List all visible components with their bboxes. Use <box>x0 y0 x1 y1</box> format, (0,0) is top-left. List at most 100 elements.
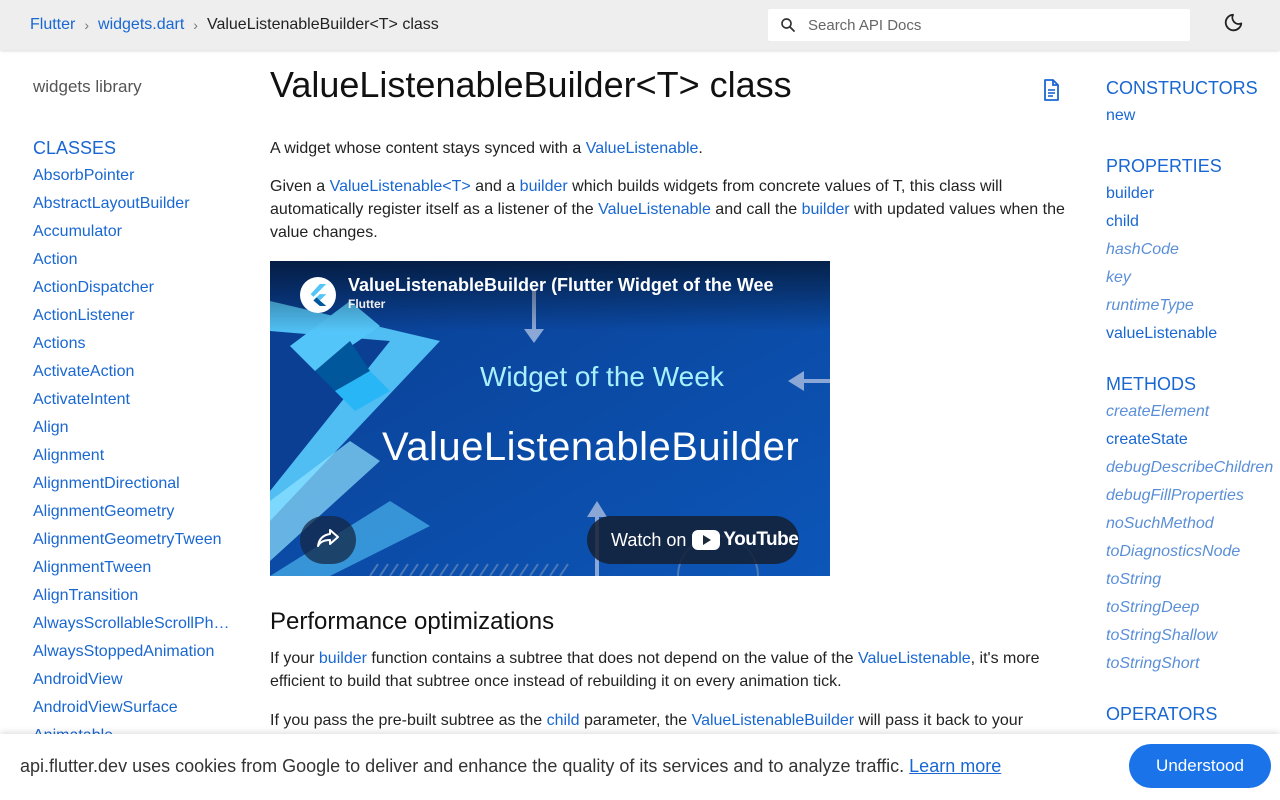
text: A widget whose content stays synced with… <box>270 140 586 157</box>
class-link[interactable]: Align <box>33 414 231 442</box>
property-link[interactable]: child <box>1106 208 1276 236</box>
child-paragraph: If you pass the pre-built subtree as the… <box>270 709 1065 732</box>
youtube-play-icon <box>692 530 721 550</box>
method-link[interactable]: createState <box>1106 426 1276 454</box>
method-link[interactable]: toStringShallow <box>1106 622 1276 650</box>
class-link[interactable]: AbsorbPointer <box>33 162 231 190</box>
class-link[interactable]: Accumulator <box>33 218 231 246</box>
class-link[interactable]: AlignmentGeometryTween <box>33 526 231 554</box>
class-link[interactable]: ActivateAction <box>33 358 231 386</box>
top-bar: Flutter › widgets.dart › ValueListenable… <box>0 0 1280 50</box>
search-icon <box>768 9 808 41</box>
method-link[interactable]: debugDescribeChildren <box>1106 454 1276 482</box>
method-link[interactable]: toStringShort <box>1106 650 1276 678</box>
text: will pass it back to your <box>854 712 1024 729</box>
methods-list: createElement createState debugDescribeChi… <box>1106 398 1280 678</box>
main-content: ValueListenableBuilder<T> class A widget… <box>270 60 1070 729</box>
valuelistenablebuilder-link[interactable]: ValueListenableBuilder <box>692 712 854 729</box>
text: If you pass the pre-built subtree as the <box>270 712 547 729</box>
class-link[interactable]: AlwaysScrollableScrollPhysics <box>33 610 231 638</box>
property-link[interactable]: hashCode <box>1106 236 1276 264</box>
performance-paragraph: If your builder function contains a subt… <box>270 647 1065 693</box>
description-paragraph: Given a ValueListenable<T> and a builder… <box>270 175 1065 244</box>
property-link[interactable]: runtimeType <box>1106 292 1276 320</box>
constructor-link[interactable]: new <box>1106 102 1276 130</box>
class-link[interactable]: AlignmentGeometry <box>33 498 231 526</box>
flutter-logo-icon[interactable] <box>300 277 336 313</box>
classes-list: AbsorbPointer AbstractLayoutBuilder Accumu… <box>33 162 233 750</box>
valuelistenable-t-link[interactable]: ValueListenable<T> <box>330 178 471 195</box>
understood-button[interactable]: Understood <box>1129 744 1271 788</box>
methods-header: METHODS <box>1106 374 1196 394</box>
video-channel[interactable]: Flutter <box>348 297 385 311</box>
chevron-right-icon: › <box>193 17 198 33</box>
youtube-wordmark: YouTube <box>723 529 799 550</box>
class-link[interactable]: ActionListener <box>33 302 231 330</box>
valuelistenable-link[interactable]: ValueListenable <box>858 650 971 667</box>
constructors-header: CONSTRUCTORS <box>1106 78 1258 98</box>
method-link[interactable]: debugFillProperties <box>1106 482 1276 510</box>
right-sidebar: CONSTRUCTORS new PROPERTIES builder child… <box>1106 74 1280 728</box>
class-link[interactable]: AlignTransition <box>33 582 231 610</box>
properties-header: PROPERTIES <box>1106 156 1222 176</box>
search-box[interactable] <box>768 9 1190 41</box>
valuelistenable-link[interactable]: ValueListenable <box>598 201 711 218</box>
video-embed[interactable]: ValueListenableBuilder (Flutter Widget o… <box>270 261 830 576</box>
property-link[interactable]: valueListenable <box>1106 320 1276 348</box>
video-title[interactable]: ValueListenableBuilder (Flutter Widget o… <box>348 275 818 296</box>
operators-header: OPERATORS <box>1106 704 1218 724</box>
search-input[interactable] <box>808 16 1178 34</box>
text: Given a <box>270 178 330 195</box>
cookie-banner: api.flutter.dev uses cookies from Google… <box>0 734 1280 800</box>
method-link[interactable]: toString <box>1106 566 1276 594</box>
text: If your <box>270 650 319 667</box>
text: . <box>698 140 703 157</box>
share-icon <box>316 527 340 554</box>
left-sidebar: widgets library CLASSES AbsorbPointer Abs… <box>33 72 233 750</box>
class-link[interactable]: AndroidViewSurface <box>33 694 231 722</box>
method-link[interactable]: createElement <box>1106 398 1276 426</box>
video-subtitle: Widget of the Week <box>480 361 724 392</box>
breadcrumb-current: ValueListenableBuilder<T> class <box>206 16 439 33</box>
builder-link[interactable]: builder <box>802 201 850 218</box>
property-link[interactable]: key <box>1106 264 1276 292</box>
cookie-text: api.flutter.dev uses cookies from Google… <box>20 756 1001 777</box>
chevron-right-icon: › <box>84 17 90 33</box>
class-link[interactable]: AlignmentTween <box>33 554 231 582</box>
class-link[interactable]: ActivateIntent <box>33 386 231 414</box>
valuelistenable-link[interactable]: ValueListenable <box>586 140 699 157</box>
text: and call the <box>710 201 802 218</box>
method-link[interactable]: toDiagnosticsNode <box>1106 538 1276 566</box>
watch-on-youtube-button[interactable]: Watch on YouTube <box>587 516 799 564</box>
page-title: ValueListenableBuilder<T> class <box>270 64 792 105</box>
properties-list: builder child hashCode key runtimeType valueL… <box>1106 180 1280 348</box>
constructors-list: new <box>1106 102 1280 130</box>
theme-toggle-button[interactable] <box>1220 12 1246 38</box>
class-link[interactable]: Action <box>33 246 231 274</box>
watch-label: Watch on <box>611 529 687 550</box>
class-link[interactable]: AbstractLayoutBuilder <box>33 190 231 218</box>
breadcrumb-widgets-link[interactable]: widgets.dart <box>98 16 184 34</box>
intro-paragraph: A widget whose content stays synced with… <box>270 137 1065 160</box>
section-heading-performance: Performance optimizations <box>270 608 555 635</box>
learn-more-link[interactable]: Learn more <box>909 756 1001 776</box>
breadcrumb-flutter-link[interactable]: Flutter <box>30 16 75 34</box>
class-link[interactable]: AlignmentDirectional <box>33 470 231 498</box>
method-link[interactable]: toStringDeep <box>1106 594 1276 622</box>
document-icon[interactable] <box>1040 78 1064 102</box>
child-link[interactable]: child <box>547 712 580 729</box>
builder-link[interactable]: builder <box>319 650 367 667</box>
library-title: widgets library <box>33 77 142 96</box>
builder-link[interactable]: builder <box>520 178 568 195</box>
class-link[interactable]: AndroidView <box>33 666 231 694</box>
text: function contains a subtree that does no… <box>366 650 858 667</box>
property-link[interactable]: builder <box>1106 180 1276 208</box>
class-link[interactable]: ActionDispatcher <box>33 274 231 302</box>
moon-icon <box>1222 12 1244 39</box>
share-button[interactable] <box>300 516 356 564</box>
class-link[interactable]: Actions <box>33 330 231 358</box>
class-link[interactable]: AlwaysStoppedAnimation <box>33 638 231 666</box>
class-link[interactable]: Alignment <box>33 442 231 470</box>
method-link[interactable]: noSuchMethod <box>1106 510 1276 538</box>
cookie-message: api.flutter.dev uses cookies from Google… <box>20 756 910 776</box>
